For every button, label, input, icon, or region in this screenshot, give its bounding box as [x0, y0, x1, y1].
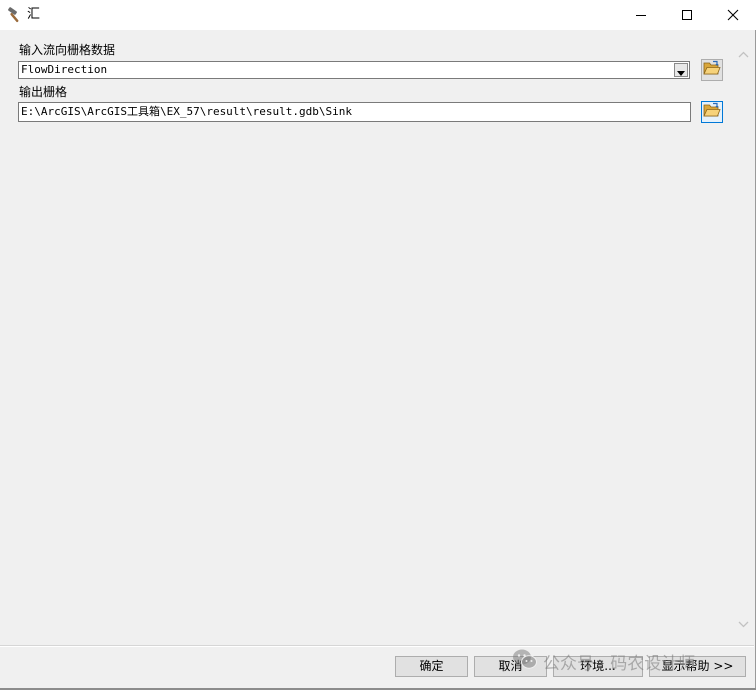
open-folder-icon: [703, 102, 721, 122]
dropdown-arrow-button[interactable]: [674, 63, 688, 77]
minimize-icon: [635, 9, 647, 21]
minimize-button[interactable]: [618, 0, 664, 30]
tool-dialog-window: 汇 输入流向栅格数据 FlowDirection 输出栅格 E:\ArcGIS\…: [0, 0, 756, 690]
chevron-down-icon: [677, 61, 685, 80]
input-raster-value: FlowDirection: [21, 63, 108, 76]
title-bar[interactable]: 汇: [0, 0, 756, 30]
chevron-up-icon: [738, 43, 749, 62]
scroll-down-button[interactable]: [734, 614, 752, 630]
vertical-scrollbar[interactable]: [734, 40, 752, 634]
close-button[interactable]: [710, 0, 756, 30]
cancel-button[interactable]: 取消: [474, 656, 547, 677]
button-bar-divider-highlight: [0, 646, 754, 647]
window-title: 汇: [27, 7, 41, 22]
ok-button[interactable]: 确定: [395, 656, 468, 677]
hammer-icon: [6, 6, 24, 24]
scroll-up-button[interactable]: [734, 44, 752, 60]
open-folder-icon: [703, 60, 721, 80]
input-raster-combobox[interactable]: FlowDirection: [18, 61, 690, 79]
output-raster-label: 输出栅格: [19, 85, 68, 99]
show-help-button[interactable]: 显示帮助 >>: [649, 656, 746, 677]
browse-output-button[interactable]: [701, 101, 723, 123]
maximize-icon: [681, 9, 693, 21]
maximize-button[interactable]: [664, 0, 710, 30]
chevron-down-icon: [738, 613, 749, 632]
output-raster-field[interactable]: E:\ArcGIS\ArcGIS工具箱\EX_57\result\result.…: [18, 102, 691, 122]
browse-input-button[interactable]: [701, 59, 723, 81]
input-raster-label: 输入流向栅格数据: [19, 43, 116, 57]
output-raster-value: E:\ArcGIS\ArcGIS工具箱\EX_57\result\result.…: [21, 105, 353, 118]
close-icon: [727, 9, 739, 21]
environments-button[interactable]: 环境...: [553, 656, 643, 677]
